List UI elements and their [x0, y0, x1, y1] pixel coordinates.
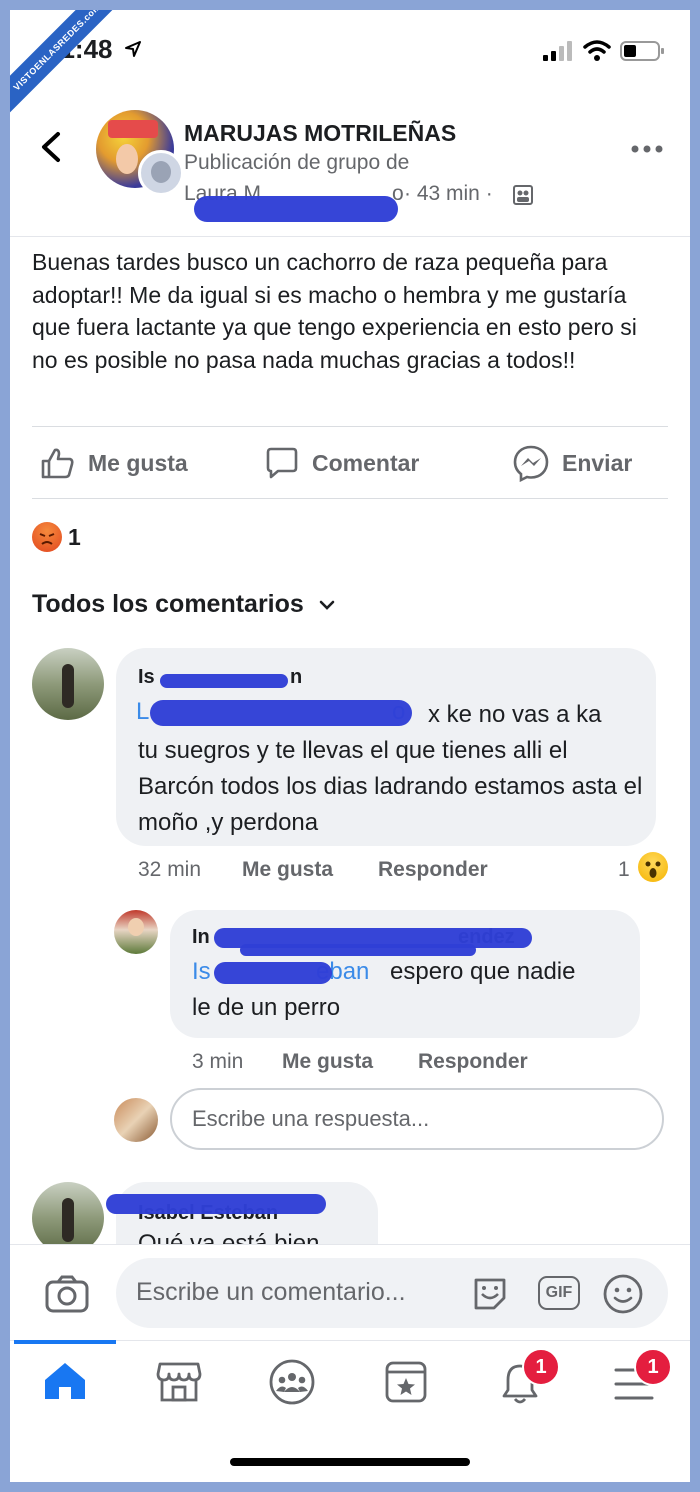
menu-badge: 1 [634, 1348, 672, 1386]
redaction-author [194, 196, 398, 222]
my-avatar [114, 1098, 158, 1142]
header-divider [10, 236, 690, 237]
comment-button[interactable]: Comentar [264, 446, 419, 480]
tab-groups[interactable] [268, 1358, 316, 1406]
reply-text-line1: espero que nadie [390, 958, 576, 985]
comment-label: Comentar [312, 449, 420, 476]
actions-divider-bottom [32, 498, 668, 499]
tab-marketplace[interactable] [156, 1360, 202, 1404]
wifi-icon [582, 38, 612, 67]
reply-input[interactable]: Escribe una respuesta... [170, 1088, 664, 1150]
comment-text-line1: x ke no vas a ka [428, 701, 602, 728]
redaction-reply-mention [214, 962, 332, 984]
comment-input-placeholder: Escribe un comentario... [136, 1278, 406, 1306]
groups-icon [269, 1359, 315, 1405]
reply-like-button[interactable]: Me gusta [282, 1050, 373, 1074]
comments-filter-label: Todos los comentarios [32, 590, 304, 618]
gif-button[interactable]: GIF [538, 1276, 580, 1310]
home-icon [45, 1363, 85, 1399]
redaction-comment-author [160, 674, 288, 688]
group-privacy-icon [512, 184, 534, 211]
camera-icon[interactable] [44, 1274, 90, 1319]
active-tab-indicator [14, 1340, 116, 1344]
group-name[interactable]: MARUJAS MOTRILEÑAS [184, 120, 456, 147]
comment-time: 32 min [138, 858, 202, 881]
reply-input-placeholder: Escribe una respuesta... [192, 1106, 430, 1131]
wow-reaction-icon[interactable] [638, 852, 668, 882]
signal-icon [542, 40, 576, 67]
chevron-down-icon [319, 600, 335, 610]
tab-home[interactable] [42, 1360, 88, 1402]
tab-watch[interactable] [384, 1360, 428, 1404]
sticker-icon[interactable] [470, 1274, 510, 1319]
like-button[interactable]: Me gusta [40, 446, 188, 480]
comment-text: tu suegros y te llevas el que tienes all… [138, 737, 643, 836]
comment-like-button[interactable]: Me gusta [242, 858, 333, 882]
back-button[interactable] [38, 130, 64, 169]
reply-author-avatar[interactable] [114, 910, 158, 954]
comment-icon [266, 447, 298, 479]
post-time: · 43 min · [404, 182, 493, 205]
location-arrow-icon [124, 40, 142, 63]
home-indicator [230, 1458, 470, 1466]
marketplace-icon [156, 1362, 202, 1402]
reply-reply-button[interactable]: Responder [418, 1050, 528, 1074]
comment-reply-button[interactable]: Responder [378, 858, 488, 882]
like-label: Me gusta [88, 449, 188, 476]
redaction-comment-2-author [106, 1194, 326, 1214]
comment-reaction-count[interactable]: 1 [618, 858, 630, 882]
angry-reaction-icon[interactable] [32, 522, 62, 552]
more-options-icon[interactable] [630, 142, 664, 160]
post-subtitle: Publicación de grupo de [184, 151, 410, 174]
watch-icon [385, 1361, 427, 1403]
battery-icon [620, 40, 666, 67]
gif-label: GIF [545, 1284, 573, 1301]
emoji-icon[interactable] [602, 1273, 644, 1320]
messenger-icon [513, 445, 549, 482]
author-avatar-small[interactable] [138, 150, 184, 196]
phone-screen: VISTOENLASREDES.com 21:48 MARUJAS MOTRIL… [10, 10, 690, 1482]
notifications-badge: 1 [522, 1348, 560, 1386]
reply-time: 3 min [192, 1050, 244, 1073]
actions-divider-top [32, 426, 668, 427]
comments-filter[interactable]: Todos los comentarios [32, 590, 336, 619]
commenter-avatar[interactable] [32, 648, 104, 720]
redaction-reply-author-2 [240, 944, 476, 956]
reply-text-line2: le de un perro [192, 994, 341, 1021]
send-label: Enviar [562, 449, 633, 476]
send-button[interactable]: Enviar [512, 444, 632, 482]
redaction-mention [150, 700, 412, 726]
post-text: Buenas tardes busco un cachorro de raza … [32, 249, 637, 373]
thumbs-up-icon [41, 448, 74, 479]
reaction-count[interactable]: 1 [68, 524, 81, 551]
